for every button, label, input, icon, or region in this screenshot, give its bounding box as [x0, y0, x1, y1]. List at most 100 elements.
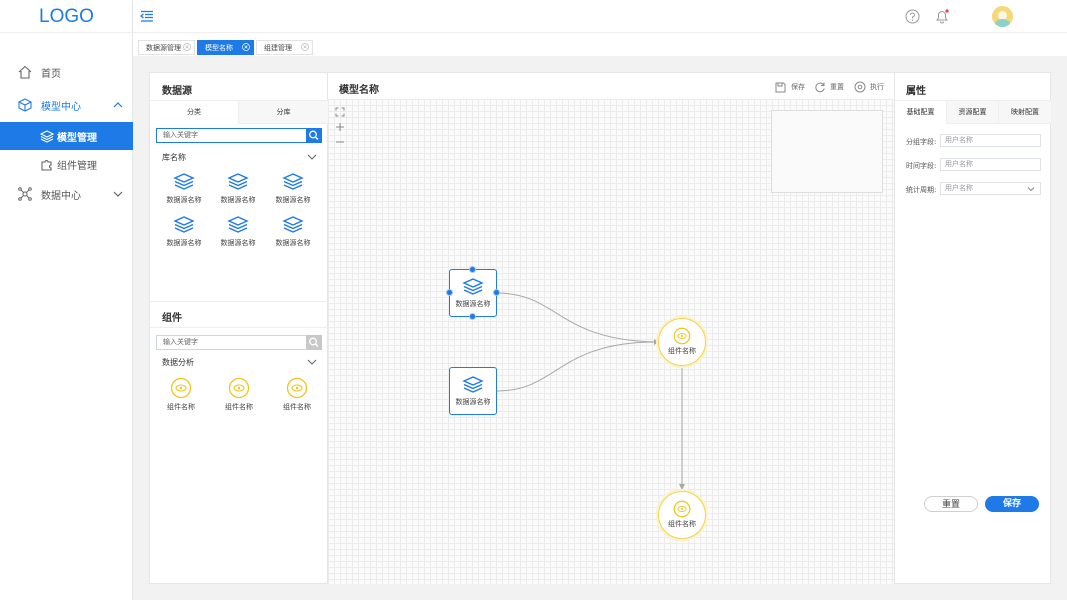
help-icon[interactable] — [905, 9, 920, 24]
sidebar-item-model-center[interactable]: 模型中心 — [0, 91, 133, 119]
reset-action-label: 重置 — [830, 83, 844, 91]
chevron-up-icon — [113, 102, 123, 108]
layers-icon — [282, 216, 304, 233]
bell-icon[interactable] — [934, 8, 950, 24]
component-item-label: 组件名称 — [167, 403, 195, 411]
edges — [496, 292, 685, 490]
eye-circle-icon — [286, 377, 308, 399]
datasource-item-label: 数据源名称 — [220, 239, 256, 247]
datasource-item[interactable]: 数据源名称 — [211, 172, 265, 212]
layers-icon — [462, 278, 484, 295]
tab-bar: 数据源管理 模型名称 组建管理 — [133, 33, 1067, 56]
component-item[interactable]: 组件名称 — [212, 377, 266, 417]
datasource-item-label: 数据源名称 — [166, 239, 202, 247]
cube-icon — [18, 98, 32, 112]
logo: LOGO — [0, 0, 133, 33]
connection-handle-top[interactable] — [469, 266, 476, 273]
datasource-item[interactable]: 数据源名称 — [266, 172, 320, 212]
sidebar-item-label: 组件管理 — [57, 160, 97, 172]
properties-panel: 属性 基础配置 资源配置 映射配置 分组字段: 用户名称 时间字段: 用户名称 … — [894, 72, 1051, 584]
refresh-icon — [815, 82, 825, 93]
search-button[interactable] — [306, 335, 322, 350]
chevron-down-icon — [1027, 187, 1035, 192]
search-button[interactable] — [306, 128, 322, 143]
reset-action[interactable]: 重置 — [814, 80, 844, 94]
layers-icon — [227, 216, 249, 233]
tab-database[interactable]: 分库 — [239, 101, 328, 124]
datasource-item[interactable]: 数据源名称 — [157, 172, 211, 212]
group-field-label: 分组字段: — [906, 138, 937, 146]
save-button[interactable]: 保存 — [985, 496, 1039, 512]
node-label: 组件名称 — [668, 520, 696, 528]
datasource-item[interactable]: 数据源名称 — [211, 215, 265, 255]
datasource-item[interactable]: 数据源名称 — [266, 215, 320, 255]
close-icon[interactable] — [242, 43, 250, 51]
sidebar-item-home[interactable]: 首页 — [0, 58, 133, 86]
tab-datasource-management[interactable]: 数据源管理 — [138, 40, 195, 55]
layers-icon — [173, 173, 195, 190]
model-canvas[interactable]: 数据源名称 数据源名称 组件名称 组件名称 — [328, 99, 894, 584]
datasource-item[interactable]: 数据源名称 — [157, 215, 211, 255]
time-field-input[interactable]: 用户名称 — [940, 158, 1041, 171]
sidebar-item-component-management[interactable]: 组件管理 — [0, 150, 133, 178]
eye-circle-icon — [170, 377, 192, 399]
period-select[interactable]: 用户名称 — [940, 182, 1041, 195]
datasource-item-label: 数据源名称 — [166, 196, 202, 204]
period-select-value: 用户名称 — [945, 184, 973, 192]
sidebar-item-label: 模型中心 — [41, 101, 81, 113]
reset-button[interactable]: 重置 — [924, 496, 978, 512]
group-field-input[interactable]: 用户名称 — [940, 134, 1041, 147]
play-circle-icon — [854, 81, 866, 93]
canvas-datasource-node[interactable]: 数据源名称 — [449, 269, 497, 317]
save-action[interactable]: 保存 — [775, 80, 805, 94]
run-action[interactable]: 执行 — [854, 80, 884, 94]
connection-handle-left[interactable] — [446, 289, 453, 296]
canvas-component-node[interactable]: 组件名称 — [658, 491, 706, 539]
connection-handle-right[interactable] — [493, 289, 500, 296]
layers-icon — [227, 173, 249, 190]
close-icon[interactable] — [183, 43, 191, 51]
menu-collapse-icon[interactable] — [140, 10, 154, 23]
canvas-datasource-node[interactable]: 数据源名称 — [449, 367, 497, 415]
tab-component-management[interactable]: 组建管理 — [256, 40, 313, 55]
avatar[interactable] — [992, 6, 1013, 27]
datasource-item-label: 数据源名称 — [275, 239, 311, 247]
datasource-title: 数据源 — [162, 86, 192, 97]
canvas-title: 模型名称 — [339, 85, 379, 96]
component-search-input[interactable]: 输入关键字 — [156, 335, 307, 350]
datasource-item-label: 数据源名称 — [220, 196, 256, 204]
component-group-label: 数据分析 — [162, 358, 194, 367]
tab-resource-config[interactable]: 资源配置 — [947, 101, 999, 124]
connection-handle-bottom[interactable] — [469, 313, 476, 320]
chevron-down-icon[interactable] — [307, 153, 317, 161]
tab-category[interactable]: 分类 — [150, 101, 239, 124]
time-field-label: 时间字段: — [906, 162, 937, 170]
tab-model-name[interactable]: 模型名称 — [197, 40, 254, 55]
save-action-label: 保存 — [791, 83, 805, 91]
sidebar-item-model-management[interactable]: 模型管理 — [0, 122, 133, 150]
search-icon — [309, 130, 319, 141]
tab-basic-config[interactable]: 基础配置 — [895, 101, 947, 124]
component-item[interactable]: 组件名称 — [270, 377, 324, 417]
sidebar-item-data-center[interactable]: 数据中心 — [0, 180, 133, 208]
component-item[interactable]: 组件名称 — [154, 377, 208, 417]
layers-icon — [40, 130, 54, 143]
sidebar-item-label: 模型管理 — [57, 132, 97, 144]
node-label: 数据源名称 — [455, 300, 491, 308]
tab-mapping-config[interactable]: 映射配置 — [999, 101, 1051, 124]
sidebar-item-label: 首页 — [41, 68, 61, 80]
tab-label: 模型名称 — [205, 44, 233, 52]
layers-icon — [462, 376, 484, 393]
component-title: 组件 — [162, 313, 182, 324]
close-icon[interactable] — [301, 43, 309, 51]
layers-icon — [173, 216, 195, 233]
tab-label: 组建管理 — [264, 44, 292, 52]
save-icon — [775, 82, 786, 92]
sidebar: LOGO 首页 模型中心 模型管理 组件管理 数据中心 — [0, 0, 133, 600]
eye-circle-icon — [673, 500, 691, 518]
sidebar-item-label: 数据中心 — [41, 190, 81, 202]
canvas-component-node[interactable]: 组件名称 — [658, 318, 706, 366]
chevron-down-icon[interactable] — [307, 358, 317, 366]
puzzle-icon — [41, 160, 52, 171]
datasource-search-input[interactable]: 输入关键字 — [156, 128, 307, 143]
